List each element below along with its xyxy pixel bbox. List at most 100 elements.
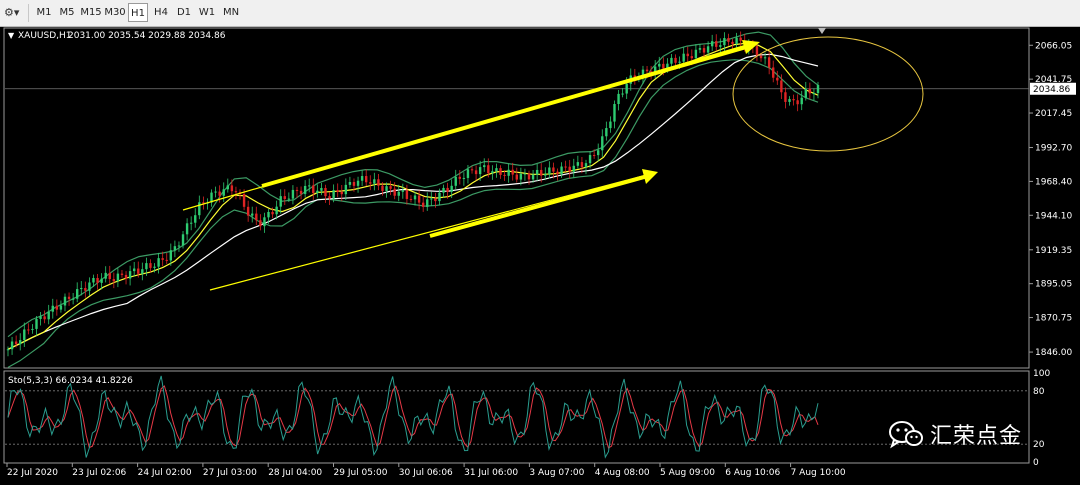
stochastic-k-line [7,375,819,459]
candle-body [10,341,14,350]
candle-body [132,268,136,272]
candle-body [157,258,160,267]
candle-body [808,88,812,94]
candle-body [401,190,405,192]
candle-body [617,93,620,105]
stochastic-level-label: 0 [1033,458,1039,468]
candle-body [112,279,116,282]
price-tick-label: 1944.10 [1035,211,1072,221]
date-tick-label: 28 Jul 04:00 [268,468,322,478]
candle-body [51,305,54,312]
candle-body [295,189,299,191]
stochastic-panel-frame [3,370,1030,464]
candle-body [320,187,323,191]
candle-body [165,259,168,261]
candle-body [275,206,278,215]
date-tick-label: 7 Aug 10:00 [791,468,846,478]
candle-body [478,167,482,175]
candle-body [234,191,238,193]
candle-body [731,41,734,44]
timeframe-m1-button[interactable]: M1 [34,3,54,22]
timeframe-h4-button[interactable]: H4 [151,3,171,22]
candle-body [686,53,689,57]
chart-window[interactable]: ▼ XAUUSD,H1 2031.00 2035.54 2029.88 2034… [0,26,1080,481]
candle-body [458,176,462,179]
price-tick-label: 1846.00 [1035,348,1072,358]
bollinger-lower-band [7,59,819,368]
wechat-icon [889,421,923,449]
candle-body [792,99,795,101]
upper-trend-arrow [261,44,751,188]
candle-body [625,83,628,94]
candle-body [405,190,409,199]
candle-body [450,185,453,192]
candle-body [287,198,291,200]
candle-body [181,234,185,246]
candle-body [263,217,266,227]
chart-settings-icon[interactable]: ⚙▾ [4,6,22,20]
candle-body [328,196,331,199]
price-tick-label: 1919.35 [1035,246,1072,256]
candle-body [312,185,315,194]
candle-body [601,136,604,151]
candle-body [588,155,592,164]
candle-body [519,173,523,180]
price-tick-label: 2066.05 [1035,41,1072,51]
candle-body [222,189,225,196]
candle-body [645,69,649,72]
candle-body [177,245,181,247]
candle-body [84,287,87,291]
timeframe-w1-button[interactable]: W1 [197,3,217,22]
candle-body [100,278,103,283]
candle-body [507,169,510,176]
candle-body [515,174,518,180]
candle-body [531,174,535,180]
timeframe-toolbar: ⚙▾ M1 M5 M15 M30 H1 H4 D1 W1 MN [0,0,1080,27]
candle-body [409,198,413,200]
candle-body [161,258,164,260]
candle-body [560,166,563,175]
date-tick-label: 29 Jul 05:00 [334,468,388,478]
candle-body [417,195,421,203]
candle-body [116,273,120,282]
candle-body [694,49,698,59]
lower-arrow-head [642,169,658,184]
candle-body [279,196,282,207]
timeframe-m30-button[interactable]: M30 [104,3,126,22]
symbol-label: XAUUSD,H1 [18,31,72,41]
timeframe-h1-button[interactable]: H1 [128,3,148,22]
candle-body [804,88,807,98]
candle-body [780,80,783,93]
date-tick-label: 5 Aug 09:00 [660,468,715,478]
candle-body [352,182,356,186]
timeframe-m15-button[interactable]: M15 [80,3,102,22]
highlight-ellipse [732,36,924,152]
bollinger-upper-band [7,31,819,338]
candle-body [348,182,352,185]
candle-body [446,187,449,192]
candle-body [609,121,612,129]
timeframe-d1-button[interactable]: D1 [174,3,194,22]
candle-body [88,282,91,291]
candle-body [544,174,547,176]
candle-body [772,67,775,78]
candle-body [303,185,307,194]
price-chart-svg[interactable]: ▼ XAUUSD,H1 2031.00 2035.54 2029.88 2034… [0,26,1080,481]
candle-body [67,296,71,299]
candle-body [759,55,763,59]
candle-body [75,289,79,299]
candle-body [413,195,417,200]
candle-body [592,155,596,157]
candle-body [796,100,799,105]
timeframe-m5-button[interactable]: M5 [57,3,77,22]
candle-body [727,38,730,42]
candle-body [63,296,67,306]
candle-body [71,298,75,300]
candle-body [454,176,457,186]
toolbar-divider [28,4,29,22]
candle-body [259,220,262,227]
candle-body [316,190,319,194]
lower-trend-arrow [429,174,649,238]
candle-body [153,266,156,268]
timeframe-mn-button[interactable]: MN [220,3,242,22]
